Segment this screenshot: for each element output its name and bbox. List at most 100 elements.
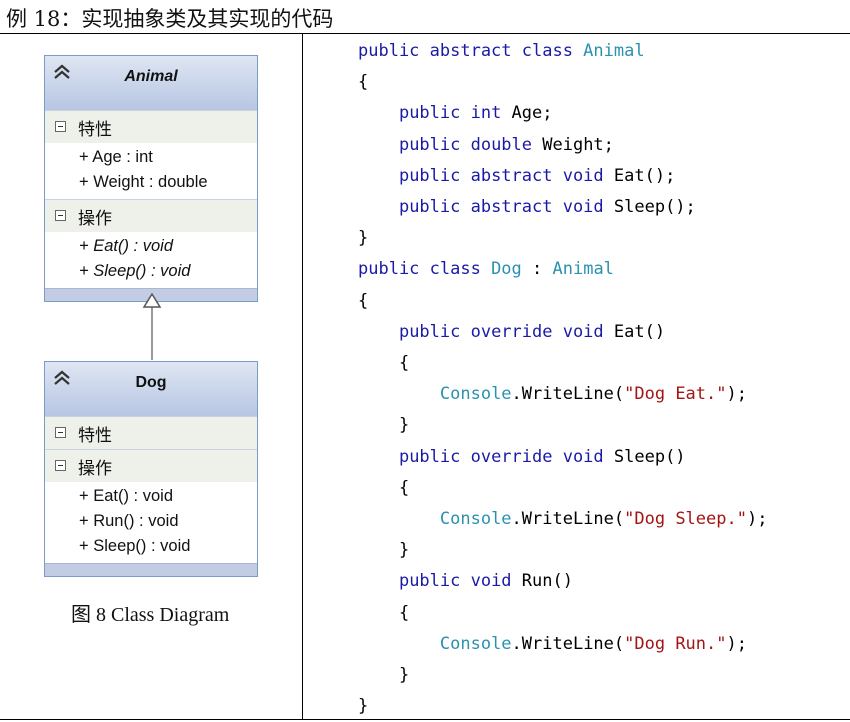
class-box-dog[interactable]: Dog 特性 操作 + Eat() : void + Run() : void …	[44, 361, 258, 577]
code-token: public override void	[398, 446, 614, 467]
code-token: {	[358, 602, 410, 623]
class-header: Animal	[45, 56, 257, 110]
operation-item: + Eat() : void	[79, 487, 173, 505]
code-token: public abstract void	[398, 197, 614, 218]
code-line: public override void Sleep()	[358, 442, 767, 473]
code-line: public int Age;	[358, 98, 767, 129]
attribute-item: + Weight : double	[79, 173, 208, 191]
code-token: public int	[398, 103, 512, 124]
code-token: Eat()	[613, 321, 666, 342]
code-token: "Dog Eat."	[624, 384, 727, 405]
code-token: Console	[439, 509, 512, 530]
operation-item: + Eat() : void	[79, 237, 173, 255]
code-line: {	[358, 67, 767, 98]
collapse-minus-icon[interactable]	[55, 460, 66, 471]
code-token: }	[358, 228, 369, 249]
inheritance-arrow	[142, 292, 162, 360]
attributes-label: 特性	[78, 426, 112, 446]
code-token: public class	[358, 259, 492, 280]
code-token: Console	[439, 384, 512, 405]
class-box-animal[interactable]: Animal 特性 + Age : int + Weight : double …	[44, 55, 258, 302]
code-line: public void Run()	[358, 566, 767, 597]
operation-item: + Run() : void	[79, 512, 179, 530]
code-token: :	[521, 259, 553, 280]
code-token: );	[746, 509, 768, 530]
code-token: public abstract void	[398, 165, 614, 186]
class-footer	[45, 563, 257, 576]
code-token: Sleep();	[613, 197, 696, 218]
code-line: }	[358, 660, 767, 691]
operation-item: + Sleep() : void	[79, 262, 191, 280]
code-listing: public abstract class Animal { public int…	[358, 36, 767, 722]
code-token: Sleep()	[613, 446, 686, 467]
code-line: public double Weight;	[358, 130, 767, 161]
attributes-label: 特性	[78, 120, 112, 140]
code-line: {	[358, 286, 767, 317]
code-token: Console	[439, 633, 512, 654]
code-token: .WriteLine(	[511, 633, 625, 654]
code-token: {	[358, 290, 369, 311]
operations-section-header[interactable]: 操作	[45, 449, 257, 482]
code-token: );	[726, 384, 747, 405]
operations-label: 操作	[78, 209, 112, 229]
code-token: .WriteLine(	[511, 384, 625, 405]
attributes-section-header[interactable]: 特性	[45, 416, 257, 449]
code-token: "Dog Run."	[624, 633, 727, 654]
code-token: );	[726, 633, 747, 654]
code-line: public class Dog : Animal	[358, 254, 767, 285]
code-token: .WriteLine(	[511, 509, 625, 530]
code-token: Eat();	[613, 165, 676, 186]
code-token: }	[358, 665, 410, 686]
column-divider	[302, 33, 303, 719]
code-token: Age;	[511, 103, 553, 124]
figure-caption: 图 8 Class Diagram	[71, 604, 230, 626]
code-token: Dog	[491, 259, 522, 280]
code-token: public override void	[398, 321, 614, 342]
operations-label: 操作	[78, 459, 112, 479]
collapse-minus-icon[interactable]	[55, 210, 66, 221]
code-line: {	[358, 348, 767, 379]
code-line: Console.WriteLine("Dog Eat.");	[358, 379, 767, 410]
code-line: }	[358, 691, 767, 722]
code-token: Animal	[583, 41, 645, 61]
code-line: }	[358, 410, 767, 441]
code-line: public abstract void Eat();	[358, 161, 767, 192]
code-token: Weight;	[542, 134, 614, 155]
code-line: public abstract class Animal	[358, 36, 767, 67]
operation-item: + Sleep() : void	[79, 537, 191, 555]
operations-list: + Eat() : void + Sleep() : void	[45, 232, 257, 288]
code-token: public double	[398, 134, 543, 155]
code-token: Run()	[521, 571, 573, 592]
operations-list: + Eat() : void + Run() : void + Sleep() …	[45, 482, 257, 563]
collapse-minus-icon[interactable]	[55, 121, 66, 132]
code-token: public abstract class	[358, 41, 584, 61]
code-token: Animal	[552, 259, 614, 280]
attributes-section-header[interactable]: 特性	[45, 110, 257, 143]
code-line: {	[358, 473, 767, 504]
code-token: {	[358, 353, 410, 374]
code-token: {	[358, 477, 410, 498]
attribute-item: + Age : int	[79, 148, 153, 166]
code-line: public abstract void Sleep();	[358, 192, 767, 223]
code-line: {	[358, 598, 767, 629]
top-rule	[0, 33, 850, 34]
collapse-minus-icon[interactable]	[55, 427, 66, 438]
code-token: "Dog Sleep."	[624, 509, 747, 530]
code-line: Console.WriteLine("Dog Run.");	[358, 629, 767, 660]
operations-section-header[interactable]: 操作	[45, 199, 257, 232]
code-line: }	[358, 223, 767, 254]
code-line: Console.WriteLine("Dog Sleep.");	[358, 504, 768, 535]
page-heading: 例 18：实现抽象类及其实现的代码	[6, 7, 334, 31]
code-token: }	[358, 415, 410, 436]
class-name: Animal	[124, 68, 178, 85]
code-token: public void	[398, 571, 522, 592]
